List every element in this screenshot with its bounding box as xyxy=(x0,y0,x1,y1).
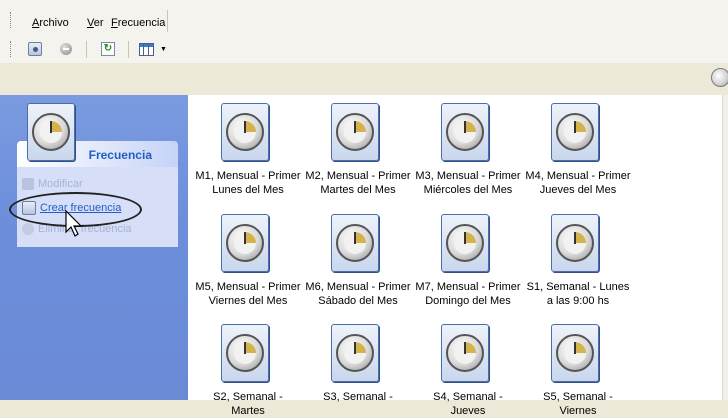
frequency-icon xyxy=(331,103,379,161)
clock-icon[interactable] xyxy=(711,68,728,87)
toolbar-separator xyxy=(128,41,129,58)
frequency-icon xyxy=(221,103,269,161)
clock-icon xyxy=(446,224,484,262)
frequency-label: M2, Mensual - Primer Martes del Mes xyxy=(305,170,411,196)
frequency-label: M4, Mensual - Primer Jueves del Mes xyxy=(525,170,631,196)
cancel-button[interactable] xyxy=(56,40,76,58)
frequency-icon xyxy=(441,214,489,272)
frequency-label: S2, Semanal - Martes xyxy=(213,391,283,417)
frequency-label: M6, Mensual - Primer Sábado del Mes xyxy=(305,281,411,307)
frequency-icon xyxy=(441,324,489,382)
frequency-icon xyxy=(441,103,489,161)
mouse-cursor-icon xyxy=(65,210,83,237)
caret-down-icon: ▼ xyxy=(160,45,167,53)
task-modificar[interactable]: Modificar xyxy=(22,178,83,190)
clock-icon xyxy=(336,224,374,262)
frequency-label: S1, Semanal - Lunes a las 9:00 hs xyxy=(526,281,630,307)
menu-separator xyxy=(167,10,168,32)
clock-icon xyxy=(32,113,70,151)
clock-icon xyxy=(226,113,264,151)
clock-icon xyxy=(446,113,484,151)
frequency-label: S3, Semanal - xyxy=(323,391,393,403)
frequency-label: M1, Mensual - Primer Lunes del Mes xyxy=(195,170,301,196)
frequency-label: M3, Mensual - Primer Miércoles del Mes xyxy=(415,170,521,196)
refresh-button[interactable]: ↻ xyxy=(98,40,118,58)
clock-icon xyxy=(446,334,484,372)
view-button[interactable]: ▼ xyxy=(139,40,175,58)
delete-icon xyxy=(22,223,34,235)
frequency-label: S4, Semanal - Jueves xyxy=(433,391,503,417)
edit-icon xyxy=(22,178,34,190)
toolbar: ↻ ▼ xyxy=(0,37,728,64)
toolbar-grip[interactable] xyxy=(10,41,14,57)
frequency-label: S5, Semanal - Viernes xyxy=(543,391,613,417)
frequency-icon xyxy=(551,214,599,272)
frequency-label: M7, Mensual - Primer Domingo del Mes xyxy=(415,281,521,307)
menu-archivo[interactable]: Archivo xyxy=(32,17,69,29)
view-grid-icon xyxy=(139,42,154,56)
menu-bar: Archivo Ver Frecuencia xyxy=(0,0,728,37)
frequency-icon xyxy=(331,324,379,382)
schedule-button[interactable] xyxy=(25,40,45,58)
vertical-scrollbar[interactable] xyxy=(722,95,728,400)
frequency-icon xyxy=(551,103,599,161)
task-group-title: Frecuencia xyxy=(88,148,152,162)
clock-icon xyxy=(556,334,594,372)
toolbar-separator xyxy=(86,41,87,58)
menu-ver[interactable]: Ver xyxy=(87,17,104,29)
clock-icon xyxy=(336,334,374,372)
clock-icon xyxy=(226,224,264,262)
frequency-label: M5, Mensual - Primer Viernes del Mes xyxy=(195,281,301,307)
refresh-icon: ↻ xyxy=(101,42,115,56)
clock-icon xyxy=(336,113,374,151)
clock-icon xyxy=(556,113,594,151)
schedule-large-icon xyxy=(27,103,75,161)
task-label: Modificar xyxy=(38,178,83,190)
clock-icon xyxy=(226,334,264,372)
cancel-icon xyxy=(60,43,72,55)
frequency-icon xyxy=(551,324,599,382)
address-strip xyxy=(0,63,728,96)
menu-frecuencia[interactable]: Frecuencia xyxy=(111,17,165,29)
schedule-icon xyxy=(28,42,42,56)
frequency-icon xyxy=(221,324,269,382)
menu-grip[interactable] xyxy=(10,12,14,28)
frequency-icon xyxy=(331,214,379,272)
frequency-icon xyxy=(221,214,269,272)
clock-icon xyxy=(556,224,594,262)
